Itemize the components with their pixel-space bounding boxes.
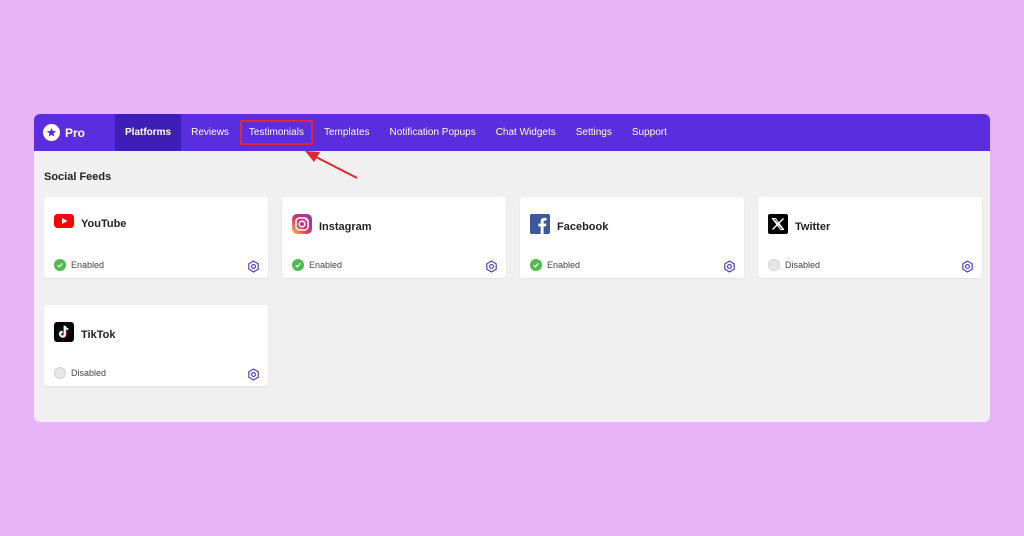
tab-chat-widgets[interactable]: Chat Widgets [486, 114, 566, 151]
nav-tabs: Platforms Reviews Testimonials Templates… [115, 114, 677, 151]
platform-name: Twitter [795, 220, 831, 233]
tab-settings[interactable]: Settings [566, 114, 622, 151]
tab-testimonials[interactable]: Testimonials [239, 114, 314, 151]
tab-support[interactable]: Support [622, 114, 677, 151]
tiktok-icon [54, 322, 74, 347]
tab-platforms[interactable]: Platforms [115, 114, 182, 151]
platform-name: Instagram [319, 220, 372, 233]
facebook-icon [530, 214, 550, 239]
gear-icon[interactable] [485, 260, 498, 278]
gear-icon[interactable] [247, 368, 260, 386]
status-label: Disabled [71, 368, 107, 378]
check-icon [54, 259, 66, 271]
platform-card-tiktok[interactable]: TikTok Disabled [44, 305, 268, 386]
gear-icon[interactable] [961, 260, 974, 278]
x-twitter-icon [768, 214, 788, 239]
star-chat-logo-icon [43, 124, 60, 141]
status-label: Enabled [71, 260, 105, 270]
status-label: Disabled [785, 260, 821, 270]
platform-name: TikTok [81, 328, 116, 341]
platform-card-instagram[interactable]: Instagram Enabled [282, 197, 506, 278]
tab-templates[interactable]: Templates [314, 114, 380, 151]
brand[interactable]: Pro [43, 124, 115, 141]
gear-icon[interactable] [723, 260, 736, 278]
platform-name: Facebook [557, 220, 609, 233]
status-label: Enabled [309, 260, 343, 270]
platform-card-youtube[interactable]: YouTube Enabled [44, 197, 268, 278]
top-navigation-bar: Pro Platforms Reviews Testimonials Templ… [34, 114, 990, 151]
section-title: Social Feeds [44, 171, 112, 183]
brand-name: Pro [65, 125, 86, 140]
platform-card-facebook[interactable]: Facebook Enabled [520, 197, 744, 278]
check-icon [530, 259, 542, 271]
disabled-status-icon [54, 367, 66, 379]
tab-reviews[interactable]: Reviews [181, 114, 239, 151]
disabled-status-icon [768, 259, 780, 271]
gear-icon[interactable] [247, 260, 260, 278]
app-window: Pro Platforms Reviews Testimonials Templ… [34, 114, 990, 422]
youtube-icon [54, 214, 74, 233]
platform-name: YouTube [81, 217, 127, 230]
status-label: Enabled [547, 260, 581, 270]
instagram-icon [292, 214, 312, 239]
tab-notification-popups[interactable]: Notification Popups [380, 114, 486, 151]
platform-card-twitter[interactable]: Twitter Disabled [758, 197, 982, 278]
check-icon [292, 259, 304, 271]
